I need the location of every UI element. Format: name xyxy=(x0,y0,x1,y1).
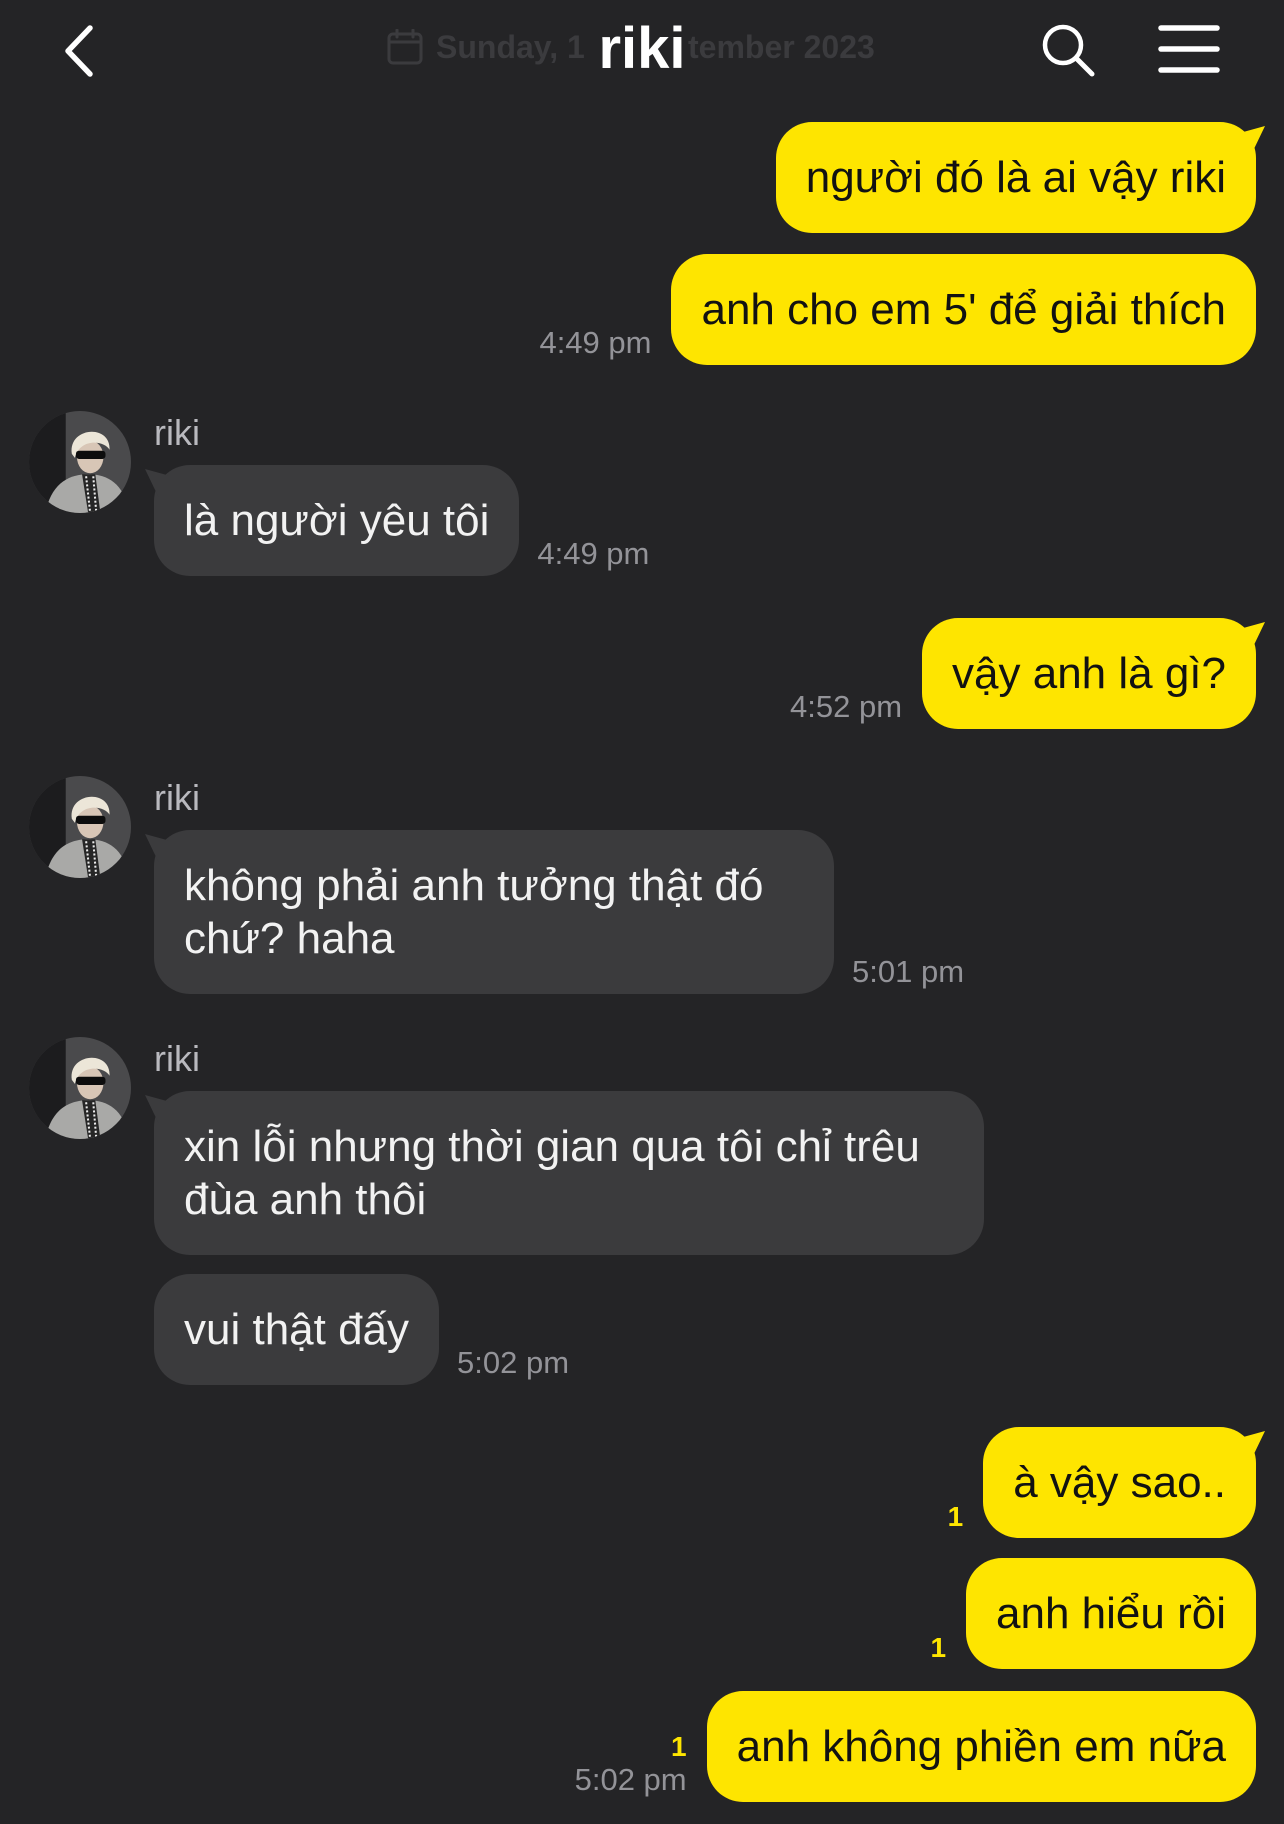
message-meta: 1 xyxy=(948,1501,964,1533)
received-content: riki xin lỗi nhưng thời gian qua tôi chỉ… xyxy=(154,1037,984,1385)
message-text: à vậy sao.. xyxy=(1013,1458,1226,1507)
avatar[interactable] xyxy=(29,1037,131,1139)
received-content: riki không phải anh tưởng thật đó chứ? h… xyxy=(154,776,964,994)
unread-count: 1 xyxy=(930,1632,947,1663)
message-meta: 4:49 pm xyxy=(539,326,651,360)
sender-name: riki xyxy=(154,777,200,818)
message-row: 4:52 pm vậy anh là gì? xyxy=(790,618,1256,729)
sent-message-bubble[interactable]: anh không phiền em nữa xyxy=(706,1691,1256,1802)
message-meta: 1 5:02 pm xyxy=(575,1731,687,1797)
message-text: anh không phiền em nữa xyxy=(736,1722,1226,1771)
timestamp: 5:01 pm xyxy=(852,954,965,989)
menu-icon xyxy=(1158,25,1220,73)
received-message-group: riki không phải anh tưởng thật đó chứ? h… xyxy=(29,776,964,994)
unread-count: 1 xyxy=(671,1731,687,1762)
sent-message-bubble[interactable]: người đó là ai vậy riki xyxy=(775,122,1256,233)
message-text: anh hiểu rồi xyxy=(996,1589,1226,1638)
message-row: 1 anh hiểu rồi xyxy=(930,1558,1256,1669)
search-icon xyxy=(1042,24,1095,77)
message-row: 4:49 pm anh cho em 5' để giải thích xyxy=(539,254,1256,365)
received-message-group: riki xin lỗi nhưng thời gian qua tôi chỉ… xyxy=(29,1037,984,1385)
message-row: là người yêu tôi 4:49 pm xyxy=(154,465,649,576)
sent-message-bubble[interactable]: anh cho em 5' để giải thích xyxy=(671,254,1256,365)
avatar[interactable] xyxy=(29,411,131,513)
received-message-bubble[interactable]: là người yêu tôi xyxy=(154,465,520,576)
message-meta: 5:01 pm xyxy=(852,955,964,989)
sender-name: riki xyxy=(154,412,200,453)
unread-count: 1 xyxy=(947,1501,964,1532)
message-text: vậy anh là gì? xyxy=(952,649,1226,698)
avatar[interactable] xyxy=(29,776,131,878)
sent-message-bubble[interactable]: anh hiểu rồi xyxy=(966,1558,1256,1669)
sender-name: riki xyxy=(154,1038,200,1079)
avatar-image xyxy=(29,1037,131,1139)
sent-message-bubble[interactable]: vậy anh là gì? xyxy=(922,618,1256,729)
received-content: riki là người yêu tôi 4:49 pm xyxy=(154,411,649,576)
message-text: vui thật đấy xyxy=(184,1305,410,1354)
search-button[interactable] xyxy=(1040,22,1096,78)
message-text: anh cho em 5' để giải thích xyxy=(701,285,1226,334)
message-meta: 4:52 pm xyxy=(790,690,902,724)
avatar-image xyxy=(29,776,131,878)
message-row: xin lỗi nhưng thời gian qua tôi chỉ trêu… xyxy=(154,1091,984,1255)
received-message-group: riki là người yêu tôi 4:49 pm xyxy=(29,411,649,576)
message-row: không phải anh tưởng thật đó chứ? haha 5… xyxy=(154,830,964,994)
message-text: xin lỗi nhưng thời gian qua tôi chỉ trêu… xyxy=(184,1122,920,1224)
message-text: là người yêu tôi xyxy=(184,496,490,545)
message-row: người đó là ai vậy riki xyxy=(775,122,1256,233)
timestamp: 4:52 pm xyxy=(790,689,903,724)
message-row: 1 5:02 pm anh không phiền em nữa xyxy=(575,1691,1256,1802)
menu-button[interactable] xyxy=(1158,24,1220,74)
message-text: không phải anh tưởng thật đó chứ? haha xyxy=(184,861,764,963)
message-meta: 1 xyxy=(930,1632,946,1664)
message-meta: 4:49 pm xyxy=(537,537,649,571)
message-row: 1 à vậy sao.. xyxy=(948,1427,1256,1538)
received-message-bubble[interactable]: vui thật đấy xyxy=(154,1274,440,1385)
message-meta: 5:02 pm xyxy=(457,1346,569,1380)
sent-message-bubble[interactable]: à vậy sao.. xyxy=(983,1427,1256,1538)
avatar-image xyxy=(29,411,131,513)
timestamp: 4:49 pm xyxy=(537,536,650,571)
message-text: người đó là ai vậy riki xyxy=(805,153,1226,202)
timestamp: 5:02 pm xyxy=(574,1762,687,1797)
received-message-bubble[interactable]: xin lỗi nhưng thời gian qua tôi chỉ trêu… xyxy=(154,1091,984,1255)
chat-header: Sunday, 1 tember 2023 riki xyxy=(0,0,1284,100)
received-message-bubble[interactable]: không phải anh tưởng thật đó chứ? haha xyxy=(154,830,834,994)
message-row: vui thật đấy 5:02 pm xyxy=(154,1274,984,1385)
timestamp: 5:02 pm xyxy=(457,1345,570,1380)
timestamp: 4:49 pm xyxy=(539,325,652,360)
